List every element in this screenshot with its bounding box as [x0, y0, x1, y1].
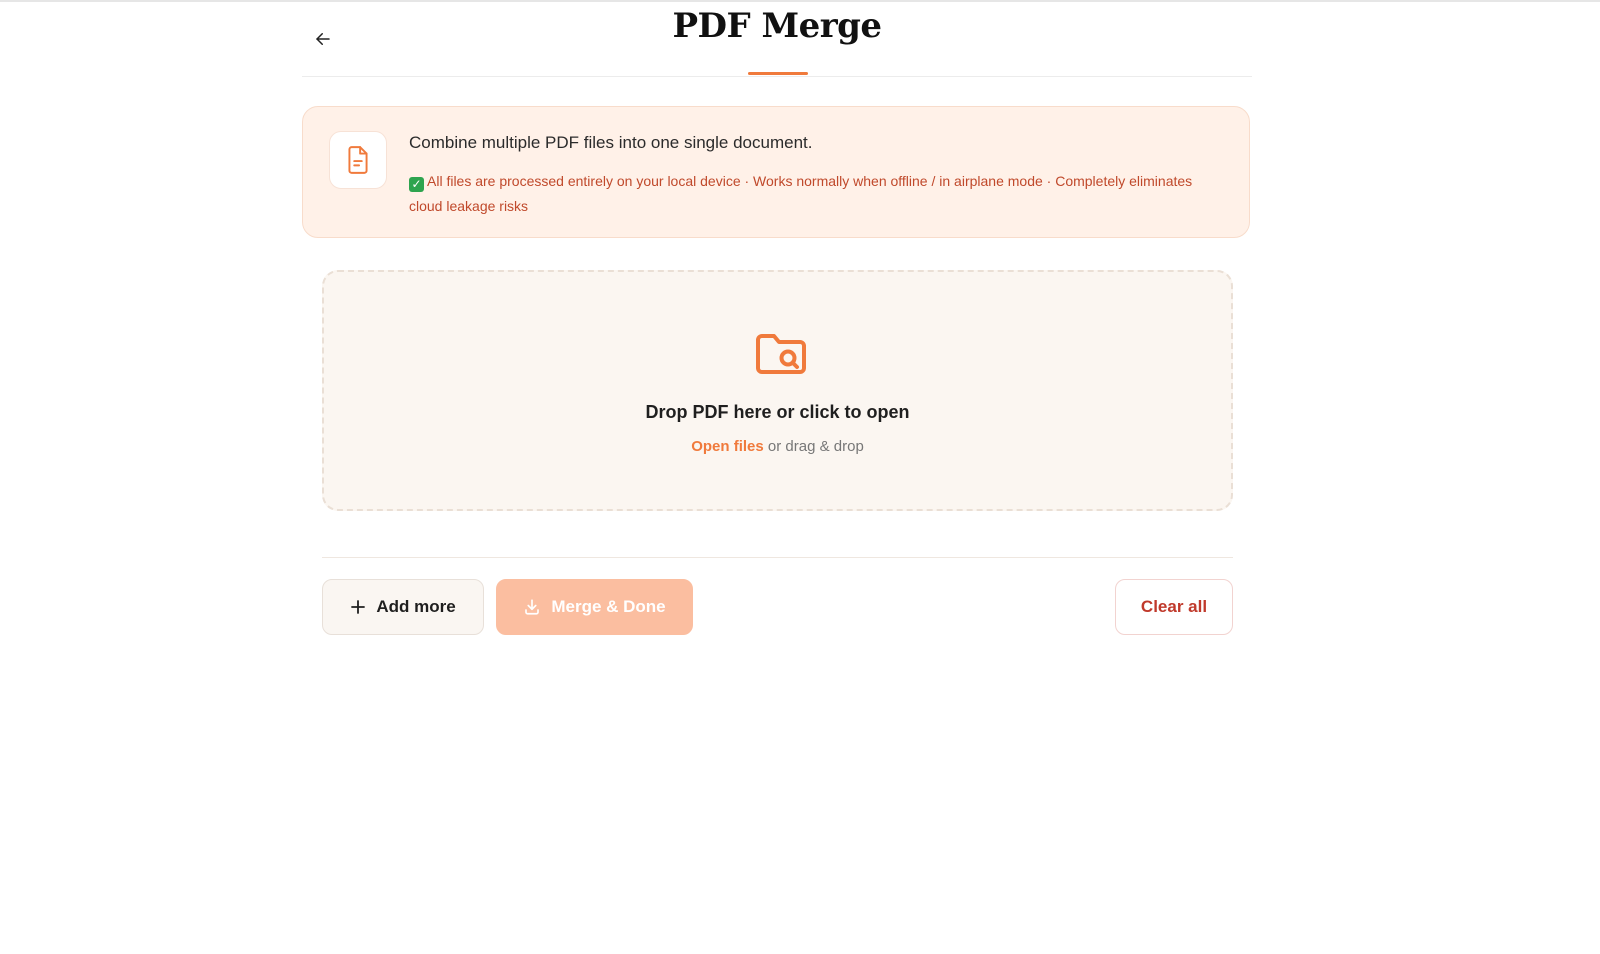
open-files-link[interactable]: Open files — [691, 438, 764, 455]
info-banner: Combine multiple PDF files into one sing… — [302, 106, 1250, 238]
add-more-button[interactable]: Add more — [322, 579, 484, 635]
file-text-icon — [348, 146, 368, 174]
check-mark-icon: ✓ — [409, 177, 424, 192]
drop-zone-title: Drop PDF here or click to open — [645, 402, 910, 422]
merge-done-button[interactable]: Merge & Done — [496, 579, 693, 635]
page-title: PDF Merge — [672, 6, 882, 46]
plus-icon — [350, 599, 366, 615]
download-icon — [523, 598, 541, 616]
privacy-note: ✓ All files are processed entirely on you… — [409, 169, 1219, 219]
banner-title: Combine multiple PDF files into one sing… — [409, 133, 813, 152]
clear-all-button[interactable]: Clear all — [1115, 579, 1233, 635]
banner-icon-box — [329, 131, 387, 189]
page-header: PDF Merge — [302, 2, 1252, 77]
add-more-label: Add more — [376, 597, 456, 616]
drop-zone-subtitle: Open files or drag & drop — [324, 438, 1231, 455]
drag-drop-text: or drag & drop — [767, 438, 864, 455]
privacy-note-text: All files are processed entirely on your… — [409, 173, 1193, 214]
pdf-drop-zone[interactable]: Drop PDF here or click to open Open file… — [322, 270, 1233, 511]
merge-done-label: Merge & Done — [551, 597, 666, 616]
folder-search-icon — [756, 334, 806, 374]
section-divider — [322, 557, 1233, 558]
clear-all-label: Clear all — [1140, 597, 1208, 616]
title-underline — [748, 72, 808, 75]
